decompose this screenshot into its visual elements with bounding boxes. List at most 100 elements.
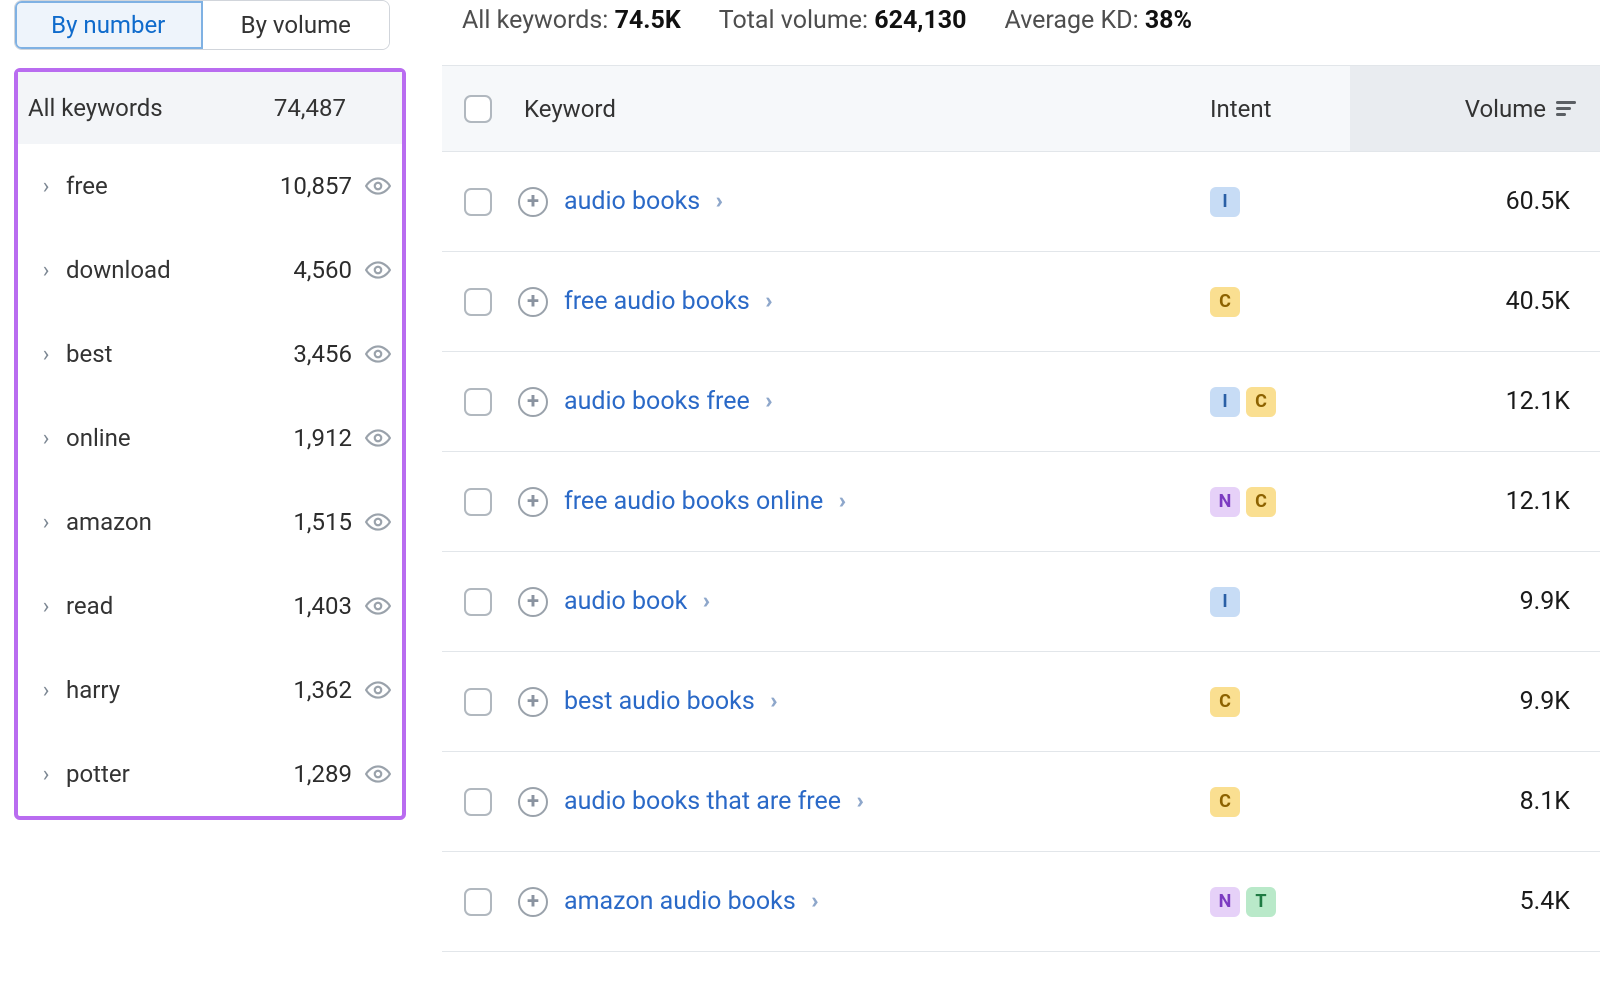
- eye-icon[interactable]: [364, 340, 392, 368]
- eye-icon[interactable]: [364, 172, 392, 200]
- eye-icon[interactable]: [364, 760, 392, 788]
- volume-cell: 9.9K: [1350, 687, 1600, 716]
- table-row: + amazon audio books ›› NT 5.4K: [442, 852, 1600, 952]
- keyword-group-row[interactable]: ›harry1,362: [18, 648, 402, 732]
- double-chevron-icon[interactable]: ››: [771, 689, 772, 714]
- add-keyword-icon[interactable]: +: [518, 287, 548, 317]
- intent-badge-c[interactable]: C: [1210, 787, 1240, 817]
- eye-icon[interactable]: [364, 508, 392, 536]
- table-row: +audio book ››I9.9K: [442, 552, 1600, 652]
- select-all-checkbox[interactable]: [464, 95, 492, 123]
- keyword-groups-header[interactable]: All keywords 74,487: [18, 72, 402, 144]
- keyword-group-label: read: [60, 592, 293, 620]
- intent-cell: C: [1210, 287, 1350, 317]
- eye-icon[interactable]: [364, 592, 392, 620]
- col-header-intent[interactable]: Intent: [1210, 95, 1350, 123]
- keyword-group-label: best: [60, 340, 293, 368]
- keyword-group-row[interactable]: ›potter1,289: [18, 732, 402, 816]
- sort-desc-icon: [1556, 101, 1576, 116]
- intent-badge-c[interactable]: C: [1210, 687, 1240, 717]
- keyword-group-row[interactable]: ›online1,912: [18, 396, 402, 480]
- row-checkbox[interactable]: [464, 288, 492, 316]
- keyword-group-label: free: [60, 172, 280, 200]
- volume-cell: 12.1K: [1350, 487, 1600, 516]
- intent-badge-i[interactable]: I: [1210, 587, 1240, 617]
- keyword-group-count: 1,403: [293, 592, 364, 620]
- volume-cell: 12.1K: [1350, 387, 1600, 416]
- stat-all-keywords: All keywords: 74.5K: [462, 6, 681, 35]
- intent-badge-t[interactable]: T: [1246, 887, 1276, 917]
- intent-badge-c[interactable]: C: [1210, 287, 1240, 317]
- keyword-group-row[interactable]: ›free10,857: [18, 144, 402, 228]
- keyword-link[interactable]: audio books that are free: [564, 787, 841, 816]
- keyword-link[interactable]: audio books: [564, 187, 700, 216]
- sort-toggle-group: By number By volume: [14, 0, 390, 50]
- chevron-right-icon: ›: [32, 426, 60, 451]
- chevron-right-icon: ›: [32, 258, 60, 283]
- keyword-group-label: amazon: [60, 508, 293, 536]
- add-keyword-icon[interactable]: +: [518, 387, 548, 417]
- add-keyword-icon[interactable]: +: [518, 887, 548, 917]
- intent-badge-c[interactable]: C: [1246, 387, 1276, 417]
- intent-badge-i[interactable]: I: [1210, 187, 1240, 217]
- add-keyword-icon[interactable]: +: [518, 187, 548, 217]
- keyword-group-count: 1,362: [293, 676, 364, 704]
- double-chevron-icon[interactable]: ››: [716, 189, 717, 214]
- keyword-cell: + free audio books ››: [512, 287, 1210, 317]
- double-chevron-icon[interactable]: ››: [812, 889, 813, 914]
- volume-cell: 5.4K: [1350, 887, 1600, 916]
- row-checkbox[interactable]: [464, 888, 492, 916]
- toggle-by-volume[interactable]: By volume: [203, 1, 390, 49]
- double-chevron-icon[interactable]: ››: [857, 789, 858, 814]
- volume-cell: 60.5K: [1350, 187, 1600, 216]
- keyword-group-row[interactable]: ›read1,403: [18, 564, 402, 648]
- intent-badge-i[interactable]: I: [1210, 387, 1240, 417]
- add-keyword-icon[interactable]: +: [518, 587, 548, 617]
- keyword-link[interactable]: audio book: [564, 587, 687, 616]
- col-header-keyword[interactable]: Keyword: [512, 95, 1210, 123]
- keyword-link[interactable]: amazon audio books: [564, 887, 796, 916]
- keyword-link[interactable]: best audio books: [564, 687, 755, 716]
- keyword-groups-panel: All keywords 74,487 ›free10,857›download…: [14, 68, 406, 820]
- keyword-cell: + audio books ››: [512, 187, 1210, 217]
- add-keyword-icon[interactable]: +: [518, 487, 548, 517]
- double-chevron-icon[interactable]: ››: [839, 489, 840, 514]
- volume-cell: 40.5K: [1350, 287, 1600, 316]
- eye-icon[interactable]: [364, 256, 392, 284]
- volume-cell: 8.1K: [1350, 787, 1600, 816]
- col-header-volume[interactable]: Volume: [1350, 66, 1600, 151]
- row-checkbox[interactable]: [464, 388, 492, 416]
- row-checkbox[interactable]: [464, 488, 492, 516]
- intent-cell: I: [1210, 187, 1350, 217]
- intent-badge-n[interactable]: N: [1210, 487, 1240, 517]
- keyword-group-row[interactable]: ›best3,456: [18, 312, 402, 396]
- keyword-group-label: download: [60, 256, 293, 284]
- add-keyword-icon[interactable]: +: [518, 687, 548, 717]
- double-chevron-icon[interactable]: ››: [703, 589, 704, 614]
- toggle-by-number[interactable]: By number: [15, 1, 203, 49]
- keyword-link[interactable]: free audio books online: [564, 487, 823, 516]
- keyword-group-count: 1,289: [293, 760, 364, 788]
- chevron-right-icon: ›: [32, 510, 60, 535]
- keyword-group-row[interactable]: ›amazon1,515: [18, 480, 402, 564]
- row-checkbox[interactable]: [464, 188, 492, 216]
- intent-badge-n[interactable]: N: [1210, 887, 1240, 917]
- double-chevron-icon[interactable]: ››: [766, 289, 767, 314]
- chevron-right-icon: ›: [32, 678, 60, 703]
- double-chevron-icon[interactable]: ››: [766, 389, 767, 414]
- row-checkbox[interactable]: [464, 588, 492, 616]
- eye-icon[interactable]: [364, 676, 392, 704]
- intent-badge-c[interactable]: C: [1246, 487, 1276, 517]
- keyword-link[interactable]: audio books free: [564, 387, 750, 416]
- keyword-group-row[interactable]: ›download4,560: [18, 228, 402, 312]
- keyword-cell: + audio books that are free ››: [512, 787, 1210, 817]
- add-keyword-icon[interactable]: +: [518, 787, 548, 817]
- eye-icon[interactable]: [364, 424, 392, 452]
- keyword-link[interactable]: free audio books: [564, 287, 750, 316]
- row-checkbox[interactable]: [464, 688, 492, 716]
- chevron-right-icon: ›: [32, 342, 60, 367]
- row-checkbox[interactable]: [464, 788, 492, 816]
- keyword-cell: + best audio books ››: [512, 687, 1210, 717]
- keyword-group-label: online: [60, 424, 293, 452]
- table-row: + free audio books online ›› NC 12.1K: [442, 452, 1600, 552]
